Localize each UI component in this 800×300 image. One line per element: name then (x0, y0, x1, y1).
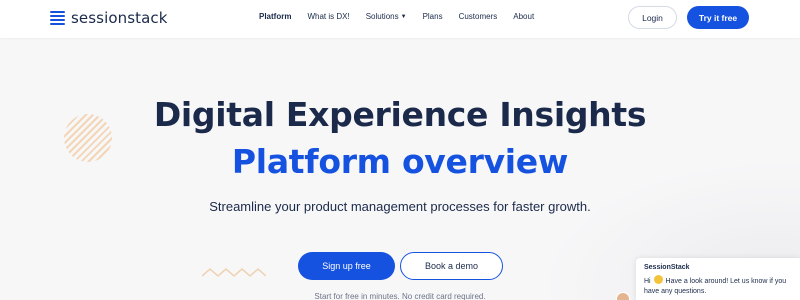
zigzag-decoration (202, 268, 266, 277)
nav-item-plans[interactable]: Plans (423, 12, 443, 21)
book-demo-button[interactable]: Book a demo (400, 252, 503, 280)
chat-avatar[interactable] (616, 292, 630, 300)
chat-title: SessionStack (644, 264, 690, 271)
nav-item-about[interactable]: About (513, 12, 534, 21)
nav-item-customers[interactable]: Customers (459, 12, 498, 21)
stack-lines-icon (50, 11, 65, 25)
brand-name: sessionstack (71, 9, 168, 27)
sign-up-button[interactable]: Sign up free (298, 252, 395, 280)
nav-item-platform[interactable]: Platform (259, 12, 291, 21)
try-it-free-button[interactable]: Try it free (687, 6, 749, 29)
hero-subtitle: Streamline your product management proce… (209, 199, 591, 214)
login-button[interactable]: Login (628, 6, 677, 29)
main-nav: Platform What is DX! Solutions ▼ Plans Cu… (259, 12, 550, 21)
caret-down-icon: ▼ (400, 14, 407, 20)
chat-widget[interactable]: SessionStack Hi Have a look around! Let … (636, 258, 800, 300)
nav-item-solutions[interactable]: Solutions ▼ (366, 12, 407, 21)
hero-title-accent: Platform overview (231, 142, 569, 181)
chat-message-text: Have a look around! Let us know if you h… (644, 278, 787, 295)
smile-emoji-icon (653, 275, 663, 284)
hero-title: Digital Experience Insights (153, 95, 647, 134)
nav-item-what-is-dx[interactable]: What is DX! (307, 12, 349, 21)
top-navbar: sessionstack Platform What is DX! Soluti… (0, 0, 800, 38)
brand-logo[interactable]: sessionstack (50, 8, 168, 28)
nav-item-solutions-label: Solutions (365, 12, 399, 21)
chat-message: Hi Have a look around! Let us know if yo… (644, 275, 792, 297)
chat-greeting: Hi (644, 278, 651, 285)
